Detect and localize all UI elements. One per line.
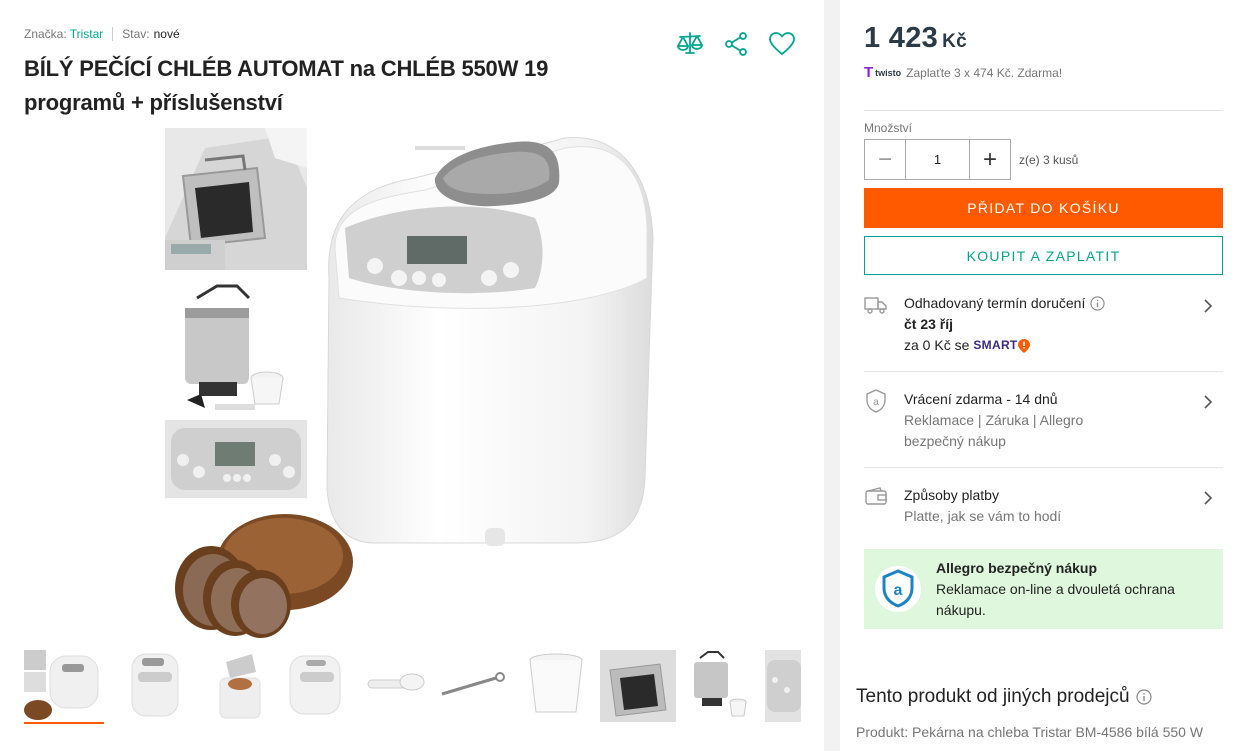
info-icon[interactable] bbox=[1090, 296, 1105, 311]
thumbnail-measuring-spoon[interactable] bbox=[362, 650, 438, 722]
price-currency: Kč bbox=[942, 31, 967, 52]
thumbnail-collage[interactable] bbox=[24, 650, 100, 722]
compare-icon[interactable] bbox=[676, 30, 704, 58]
thumbnail-front[interactable] bbox=[120, 650, 196, 722]
price-amount: 1 423 bbox=[864, 22, 939, 54]
chevron-right-icon bbox=[1204, 299, 1213, 313]
product-title: BÍLÝ PEČÍCÍ CHLÉB AUTOMAT na CHLÉB 550W … bbox=[24, 56, 549, 115]
thumbnail-angle[interactable] bbox=[282, 650, 358, 722]
quantity-input[interactable] bbox=[906, 139, 969, 180]
shield-a-icon: a bbox=[864, 389, 888, 413]
image-control-panel bbox=[165, 420, 307, 498]
quantity-stepper: − + z(e) 3 kusů bbox=[864, 139, 1078, 180]
quantity-available: z(e) 3 kusů bbox=[1019, 152, 1079, 167]
price: 1 423 Kč bbox=[864, 22, 967, 55]
returns-title: Vrácení zdarma - 14 dnů bbox=[904, 391, 1058, 407]
safe-purchase-desc: Reklamace on-line a dvouletá ochrana nák… bbox=[936, 581, 1175, 618]
bread-maker-image bbox=[315, 128, 665, 558]
heart-icon[interactable] bbox=[768, 30, 796, 58]
safe-purchase-title: Allegro bezpečný nákup bbox=[936, 560, 1098, 576]
thumbnail-measuring-cup[interactable] bbox=[520, 650, 596, 722]
twisto-offer[interactable]: T twisto Zaplaťte 3 x 474 Kč. Zdarma! bbox=[864, 64, 1062, 81]
thumbnail-open-lid[interactable] bbox=[206, 650, 282, 722]
payment-text: Způsoby platby Platte, jak se vám to hod… bbox=[904, 485, 1194, 527]
returns-line1: Reklamace | Záruka | Allegro bbox=[904, 412, 1084, 428]
info-icon[interactable] bbox=[1135, 689, 1152, 705]
delivery-title: Odhadovaný termín doručení bbox=[904, 295, 1086, 311]
condition-value: nové bbox=[153, 27, 180, 41]
share-icon[interactable] bbox=[722, 30, 750, 58]
main-product-image[interactable] bbox=[165, 128, 665, 640]
divider bbox=[864, 467, 1223, 468]
returns-line2: bezpečný nákup bbox=[904, 433, 1006, 449]
product-meta: Značka: Tristar Stav: nové bbox=[24, 27, 180, 41]
wallet-icon bbox=[864, 485, 888, 509]
delivery-row[interactable]: Odhadovaný termín doručení čt 23 říj za … bbox=[864, 293, 1223, 355]
thumbnail-control-panel[interactable] bbox=[765, 650, 801, 722]
thumbnail-strip bbox=[24, 650, 804, 726]
svg-text:a: a bbox=[873, 397, 879, 408]
divider bbox=[864, 110, 1223, 111]
twisto-logo-word: twisto bbox=[875, 67, 902, 78]
payment-subtitle: Platte, jak se vám to hodí bbox=[904, 508, 1062, 524]
payment-row[interactable]: Způsoby platby Platte, jak se vám to hod… bbox=[864, 485, 1223, 527]
twisto-logo-mark: T bbox=[864, 64, 874, 81]
delivery-text: Odhadovaný termín doručení čt 23 říj za … bbox=[904, 293, 1194, 356]
returns-text: Vrácení zdarma - 14 dnů Reklamace | Záru… bbox=[904, 389, 1194, 452]
twisto-logo: T twisto bbox=[864, 64, 901, 81]
product-actions bbox=[676, 30, 796, 58]
buy-now-button[interactable]: KOUPIT A ZAPLATIT bbox=[864, 236, 1223, 275]
image-bread-pan bbox=[165, 278, 307, 418]
add-to-cart-button[interactable]: PŘIDAT DO KOŠÍKU bbox=[864, 188, 1223, 228]
purchase-column: 1 423 Kč T twisto Zaplaťte 3 x 474 Kč. Zd… bbox=[840, 0, 1247, 751]
meta-divider bbox=[112, 27, 114, 41]
delivery-price: za 0 Kč se bbox=[904, 337, 970, 353]
chevron-right-icon bbox=[1204, 395, 1213, 409]
brand-link[interactable]: Tristar bbox=[70, 27, 104, 41]
chevron-right-icon bbox=[1204, 491, 1213, 505]
quantity-increase-button[interactable]: + bbox=[969, 139, 1011, 180]
delivery-date: čt 23 říj bbox=[904, 316, 954, 332]
returns-row[interactable]: a Vrácení zdarma - 14 dnů Reklamace | Zá… bbox=[864, 389, 1223, 451]
image-bread-pan-open bbox=[165, 128, 307, 270]
other-sellers-section: Tento produkt od jiných prodejců Produkt… bbox=[840, 656, 1247, 751]
quantity-label: Množství bbox=[864, 121, 913, 135]
other-sellers-heading: Tento produkt od jiných prodejců bbox=[856, 686, 1152, 708]
payment-title: Způsoby platby bbox=[904, 487, 999, 503]
other-sellers-title: Tento produkt od jiných prodejců bbox=[856, 686, 1130, 707]
thumbnail-hook[interactable] bbox=[434, 650, 510, 722]
column-divider bbox=[824, 0, 840, 751]
purchase-panel: 1 423 Kč T twisto Zaplaťte 3 x 474 Kč. Zd… bbox=[840, 0, 1247, 640]
svg-text:a: a bbox=[894, 582, 903, 599]
product-gallery-column: Značka: Tristar Stav: nové BÍLÝ PEČÍCÍ C… bbox=[0, 0, 824, 751]
safe-purchase-box: a Allegro bezpečný nákup Reklamace on-li… bbox=[864, 549, 1223, 629]
other-sellers-product: Produkt: Pekárna na chleba Tristar BM-45… bbox=[856, 724, 1204, 740]
safe-purchase-text: Allegro bezpečný nákup Reklamace on-line… bbox=[936, 558, 1216, 621]
allegro-shield-icon: a bbox=[874, 565, 922, 613]
smart-pin-icon bbox=[1017, 338, 1030, 353]
twisto-text: Zaplaťte 3 x 474 Kč. Zdarma! bbox=[906, 65, 1063, 80]
smart-logo: SMART bbox=[973, 338, 1018, 352]
condition-label: Stav: bbox=[122, 27, 150, 41]
thumbnail-pan-inside[interactable] bbox=[600, 650, 676, 722]
divider bbox=[864, 371, 1223, 372]
thumbnail-pan-accessories[interactable] bbox=[684, 650, 760, 722]
quantity-decrease-button[interactable]: − bbox=[864, 139, 906, 180]
truck-icon bbox=[864, 293, 888, 317]
brand-label: Značka: bbox=[24, 27, 67, 41]
active-thumbnail-indicator bbox=[24, 722, 104, 724]
